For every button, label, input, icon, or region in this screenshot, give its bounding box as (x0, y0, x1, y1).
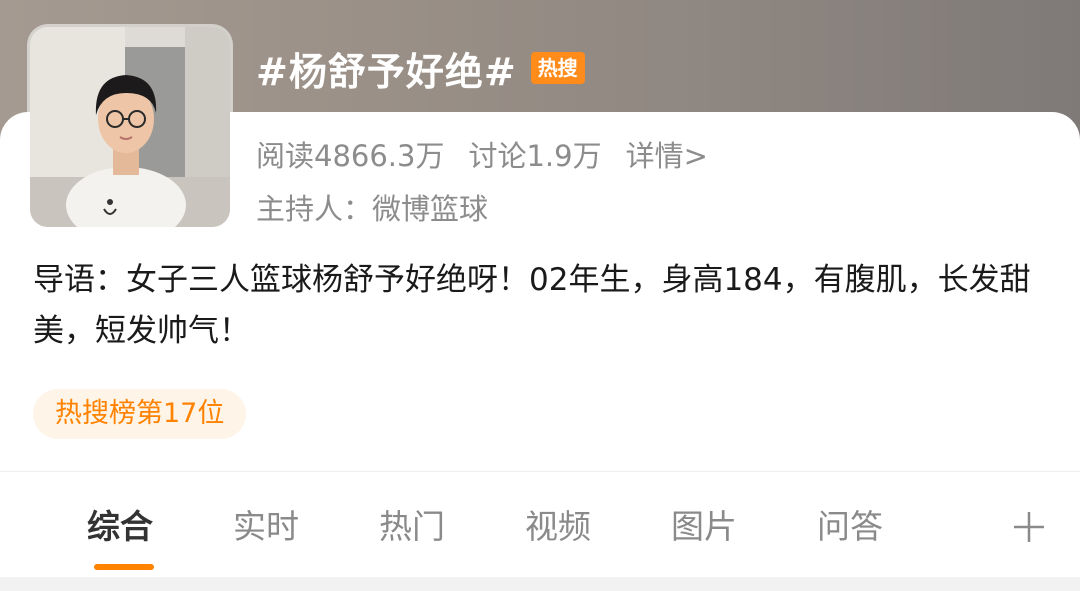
tab-realtime[interactable]: 实时 (233, 500, 299, 548)
hot-rank-badge[interactable]: 热搜榜第17位 (33, 389, 247, 439)
tab-hot[interactable]: 热门 (379, 500, 445, 548)
tab-qa[interactable]: 问答 (817, 500, 883, 548)
topic-avatar[interactable] (30, 27, 230, 227)
topic-stats: 阅读4866.3万 讨论1.9万 详情> (256, 133, 732, 175)
active-tab-indicator (94, 564, 154, 570)
topic-title[interactable]: #杨舒予好绝# (256, 41, 517, 96)
topic-intro: 导语：女子三人篮球杨舒予好绝呀！02年生，身高184，有腹肌，长发甜美，短发帅气… (33, 262, 1031, 349)
divider (0, 471, 1080, 472)
hot-badge: 热搜 (530, 52, 585, 84)
tab-images[interactable]: 图片 (671, 500, 737, 548)
person-photo-icon (30, 27, 230, 227)
topic-title-row: #杨舒予好绝# 热搜 (256, 40, 585, 96)
plus-icon[interactable] (1012, 510, 1046, 544)
discussion-count: 讨论1.9万 (468, 139, 602, 173)
details-link[interactable]: 详情> (626, 133, 708, 175)
tab-comprehensive[interactable]: 综合 (87, 500, 153, 548)
read-count: 阅读4866.3万 (256, 139, 445, 173)
tab-video[interactable]: 视频 (525, 500, 591, 548)
tab-bar: 综合 实时 热门 视频 图片 问答 (0, 500, 1080, 570)
bottom-strip (0, 577, 1080, 591)
topic-page: #杨舒予好绝# 热搜 阅读4866.3万 讨论1.9万 详情> 主持人：微博篮球… (0, 0, 1080, 591)
topic-host[interactable]: 主持人：微博篮球 (256, 186, 488, 228)
